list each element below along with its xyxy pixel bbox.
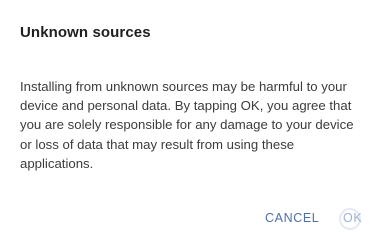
ok-button-label: OK [343,211,363,225]
dialog-actions: CANCEL OK [0,205,370,239]
cancel-button[interactable]: CANCEL [265,211,319,225]
unknown-sources-dialog: Unknown sources Installing from unknown … [0,0,370,240]
dialog-message: Installing from unknown sources may be h… [20,79,354,171]
dialog-title: Unknown sources [20,24,151,41]
ok-button[interactable]: OK [338,207,370,231]
